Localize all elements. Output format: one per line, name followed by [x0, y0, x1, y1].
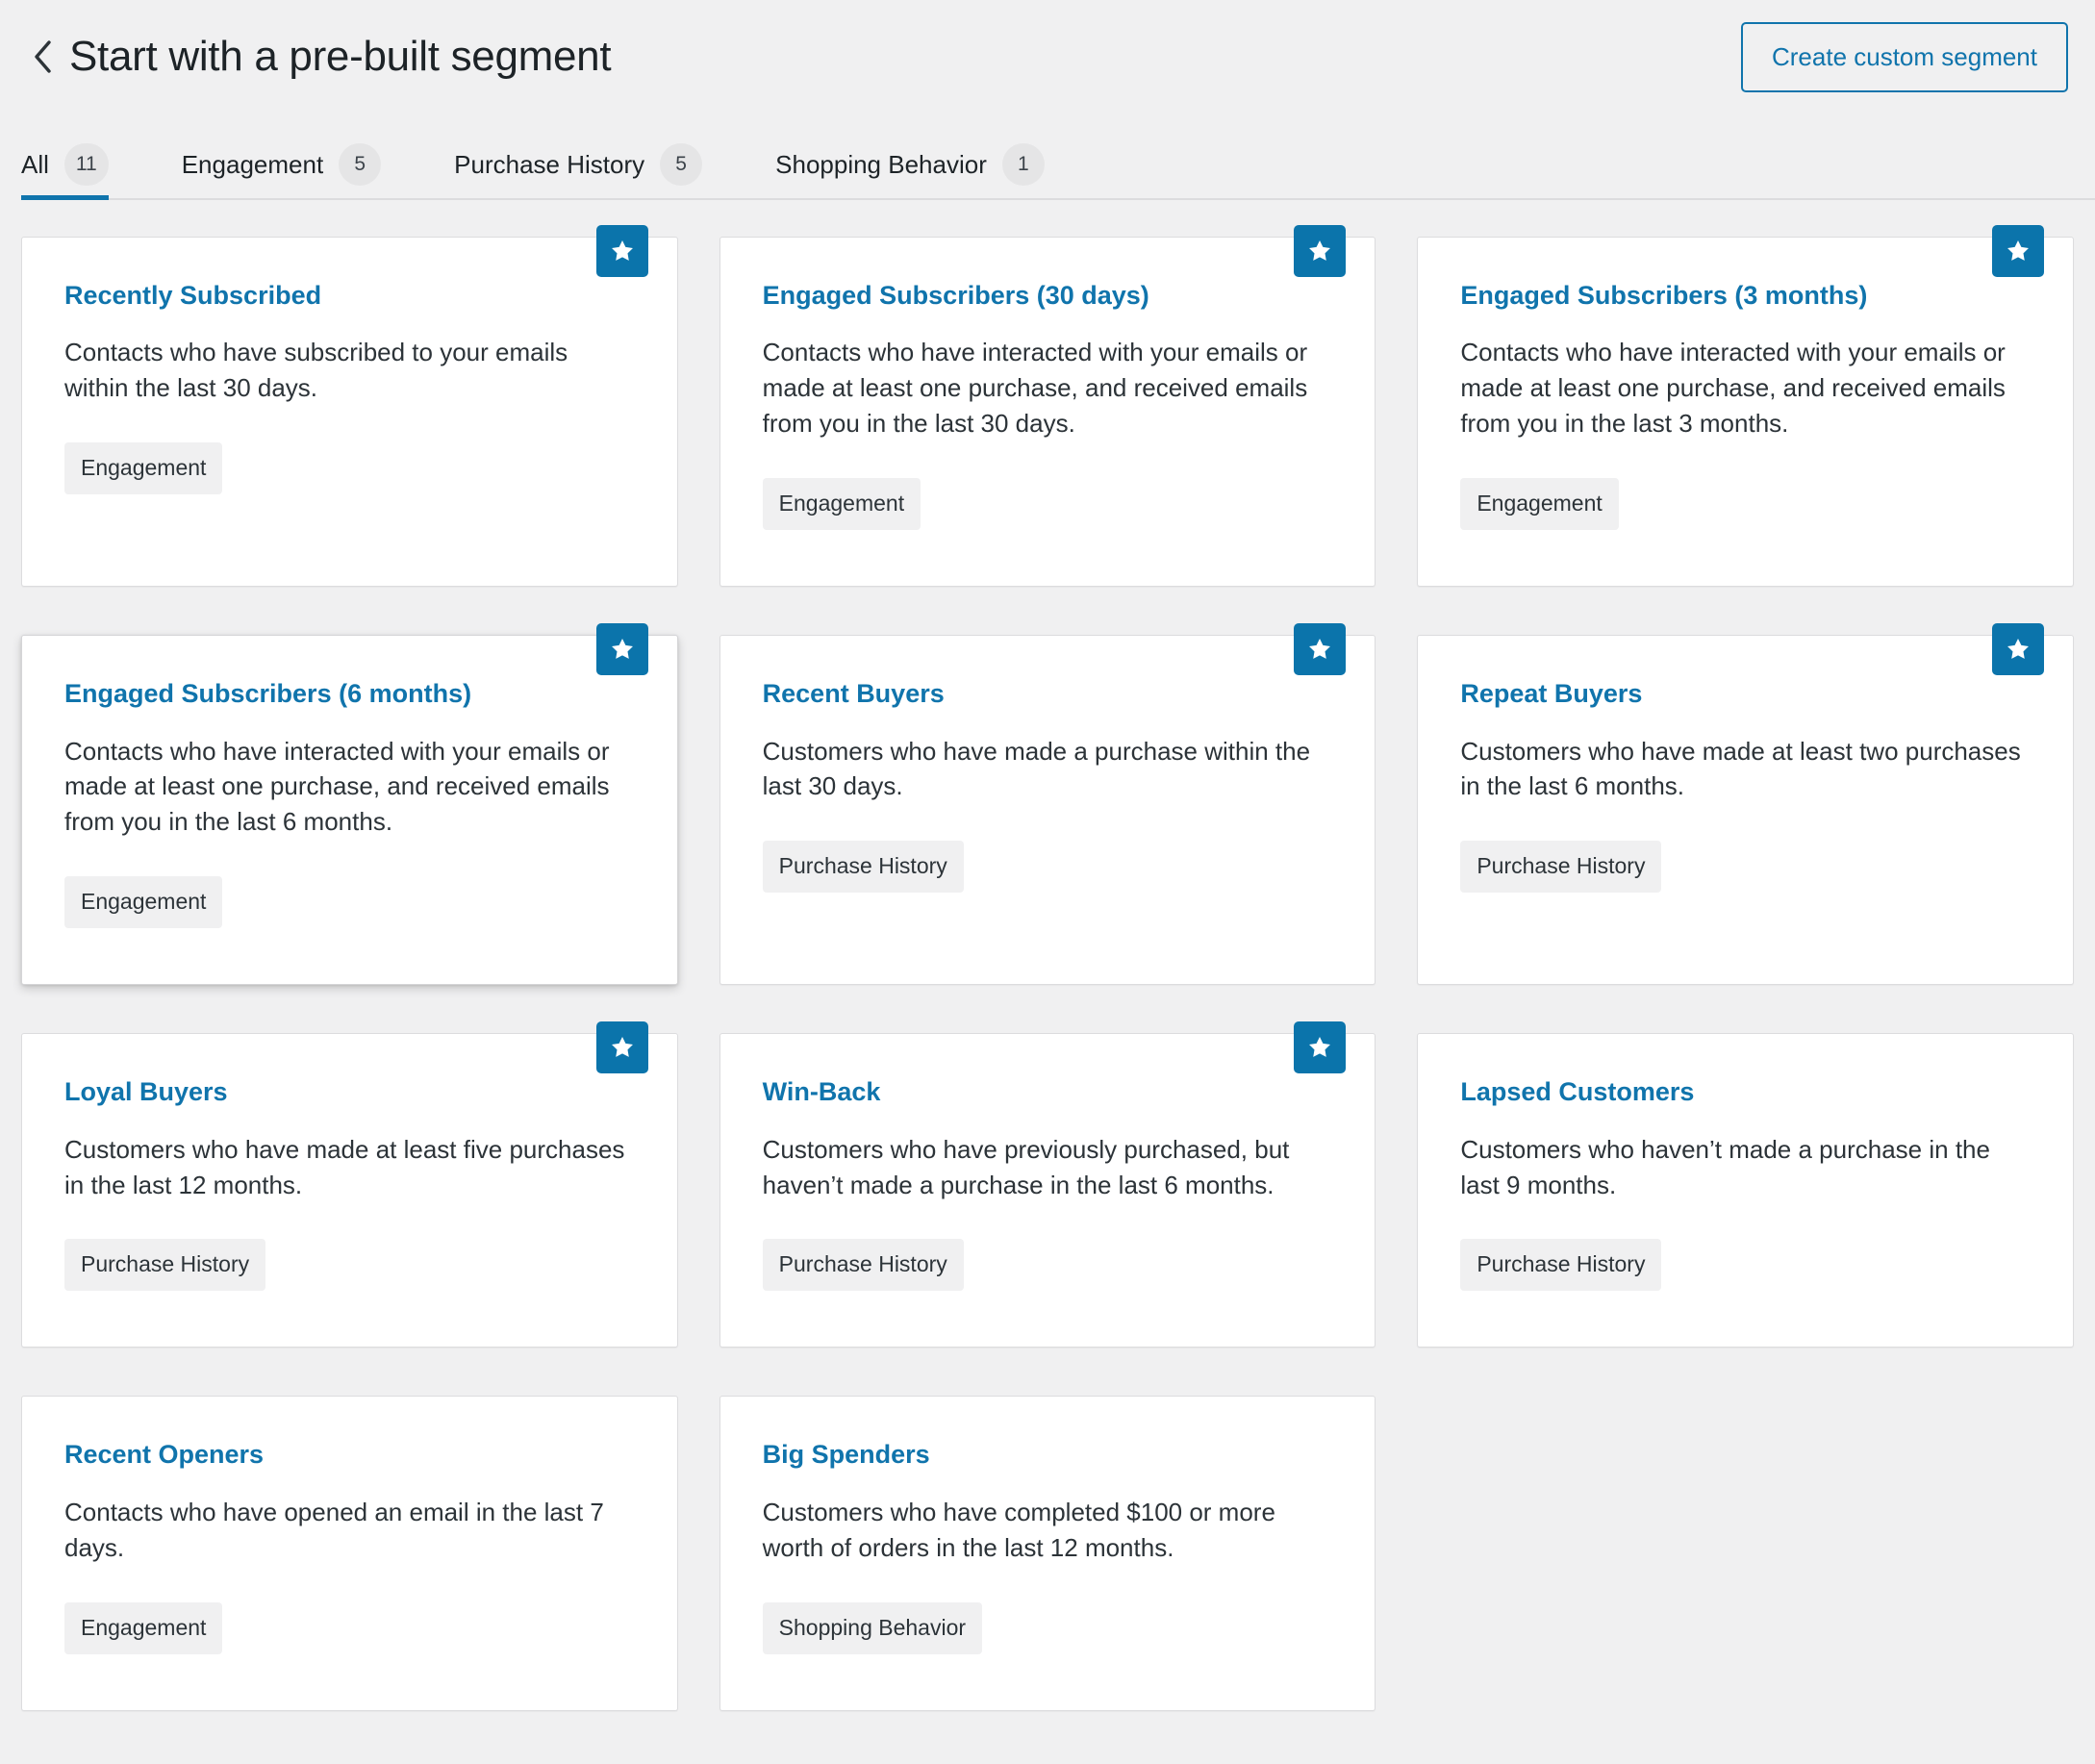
tabs-bar: All 11 Engagement 5 Purchase History 5 Shoppin… [0, 125, 2095, 200]
star-icon [1294, 225, 1347, 277]
segment-card-description: Customers who have made a purchase withi… [762, 736, 1311, 801]
segment-card-category-tag: Purchase History [1460, 841, 1662, 894]
segment-card[interactable]: Recent Openers Contacts who have opened a… [21, 1396, 678, 1711]
star-icon [1294, 1021, 1347, 1074]
segment-card-description: Customers who have made at least five pu… [64, 1134, 625, 1199]
create-custom-segment-button[interactable]: Create custom segment [1740, 21, 2068, 92]
star-icon [595, 623, 648, 676]
segment-card-grid: Recently Subscribed Contacts who have sub… [0, 200, 2095, 1711]
segment-card-category-tag: Engagement [64, 1601, 223, 1654]
chevron-left-icon [32, 39, 53, 74]
tab-count-badge: 5 [339, 143, 382, 186]
tab-count-badge: 1 [1001, 143, 1045, 186]
star-icon [1992, 225, 2044, 277]
segment-card-category-tag: Shopping Behavior [762, 1601, 983, 1654]
segment-card[interactable]: Repeat Buyers Customers who have made at … [1417, 623, 2074, 986]
segment-card-description: Customers who have completed $100 or mor… [762, 1497, 1275, 1562]
segment-card[interactable]: Engaged Subscribers (30 days) Contacts wh… [719, 225, 1376, 588]
tab-label: Shopping Behavior [775, 149, 987, 179]
segment-card[interactable]: Big Spenders Customers who have completed… [719, 1396, 1376, 1711]
tab-label: All [21, 149, 49, 179]
star-icon [595, 1021, 648, 1074]
segment-card-category-tag: Engagement [762, 478, 921, 531]
segment-card-title[interactable]: Recent Buyers [763, 678, 1333, 709]
tab-count-badge: 11 [63, 143, 109, 186]
segment-card-category-tag: Engagement [64, 442, 223, 495]
segment-card[interactable]: Loyal Buyers Customers who have made at l… [21, 1021, 678, 1348]
segment-card-title[interactable]: Lapsed Customers [1460, 1076, 2031, 1107]
segment-card-title[interactable]: Loyal Buyers [64, 1076, 635, 1107]
segment-card[interactable]: Engaged Subscribers (3 months) Contacts w… [1417, 225, 2074, 588]
segment-card-description: Customers who have made at least two pur… [1460, 736, 2021, 801]
tab-all[interactable]: All 11 [21, 125, 143, 200]
segment-card-title[interactable]: Recent Openers [64, 1439, 635, 1470]
segment-card-description: Customers who have previously purchased,… [762, 1134, 1290, 1199]
segment-card-title[interactable]: Big Spenders [763, 1439, 1333, 1470]
segment-card-description: Contacts who have interacted with your e… [1460, 338, 2006, 439]
tab-label: Engagement [181, 149, 324, 179]
segment-card-title[interactable]: Repeat Buyers [1460, 678, 2031, 709]
segment-card[interactable]: Recently Subscribed Contacts who have sub… [21, 225, 678, 588]
segment-card[interactable]: Lapsed Customers Customers who haven’t ma… [1417, 1033, 2074, 1348]
tab-purchase-history[interactable]: Purchase History 5 [454, 125, 737, 200]
star-icon [1992, 623, 2044, 676]
prebuilt-segments-page: Start with a pre-built segment Create cu… [0, 0, 2095, 1764]
star-icon [1294, 623, 1347, 676]
segment-card-description: Contacts who have subscribed to your ema… [64, 338, 568, 403]
segment-card-category-tag: Engagement [64, 876, 223, 929]
segment-card-description: Customers who haven’t made a purchase in… [1460, 1134, 1990, 1199]
segment-card-description: Contacts who have opened an email in the… [64, 1497, 604, 1562]
segment-card-title[interactable]: Win-Back [763, 1076, 1333, 1107]
tab-count-badge: 5 [660, 143, 703, 186]
segment-card-category-tag: Purchase History [762, 841, 964, 894]
segment-card-title[interactable]: Engaged Subscribers (3 months) [1460, 280, 2031, 311]
segment-card-category-tag: Purchase History [64, 1239, 266, 1292]
segment-card[interactable]: Win-Back Customers who have previously pu… [719, 1021, 1376, 1348]
tab-shopping-behavior[interactable]: Shopping Behavior 1 [775, 125, 1079, 200]
segment-card[interactable]: Recent Buyers Customers who have made a p… [719, 623, 1376, 986]
segment-card-category-tag: Engagement [1460, 478, 1619, 531]
segment-card-description: Contacts who have interacted with your e… [762, 338, 1308, 439]
segment-card[interactable]: Engaged Subscribers (6 months) Contacts w… [21, 623, 678, 986]
segment-card-category-tag: Purchase History [762, 1239, 964, 1292]
segment-card-description: Contacts who have interacted with your e… [64, 736, 610, 837]
page-title: Start with a pre-built segment [69, 32, 612, 80]
tab-label: Purchase History [454, 149, 645, 179]
back-button[interactable] [21, 36, 63, 78]
segment-card-title[interactable]: Engaged Subscribers (6 months) [64, 678, 635, 709]
page-header: Start with a pre-built segment Create cu… [0, 0, 2095, 113]
tabs-list: All 11 Engagement 5 Purchase History 5 Shoppin… [21, 125, 2095, 200]
segment-card-category-tag: Purchase History [1460, 1239, 1662, 1292]
tab-engagement[interactable]: Engagement 5 [182, 125, 416, 200]
star-icon [595, 225, 648, 277]
segment-card-title[interactable]: Recently Subscribed [64, 280, 635, 311]
segment-card-title[interactable]: Engaged Subscribers (30 days) [763, 280, 1333, 311]
